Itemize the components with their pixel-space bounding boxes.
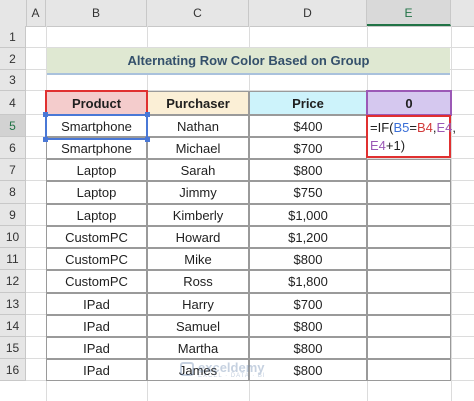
column-header-a[interactable]: A [26,0,46,26]
cell-e[interactable] [367,181,451,204]
cell-purchaser[interactable]: Michael [147,137,249,159]
column-header-c[interactable]: C [147,0,249,26]
row-header-11[interactable]: 11 [0,248,26,270]
cell-price[interactable]: $750 [249,181,367,204]
formula-part: =IF( [370,120,394,135]
formula-ref-b5: B5 [393,120,410,135]
row-header-12[interactable]: 12 [0,270,26,293]
range-handle-tr[interactable] [145,112,150,117]
header-purchaser[interactable]: Purchaser [147,91,249,115]
column-header-f[interactable] [451,0,474,26]
formula-part: = [409,120,417,135]
range-handle-bl[interactable] [43,137,48,142]
sheet-title[interactable]: Alternating Row Color Based on Group [47,48,450,75]
row-header-7[interactable]: 7 [0,159,26,181]
cell-purchaser[interactable]: Howard [147,226,249,248]
column-header-b[interactable]: B [46,0,147,26]
cell-purchaser[interactable]: Martha [147,337,249,359]
formula-ref-e4: E4 [436,120,453,135]
cell-product[interactable]: IPad [46,293,147,315]
reference-frame-b5 [45,114,148,140]
cell-purchaser[interactable]: Mike [147,248,249,270]
cell-price[interactable]: $400 [249,115,367,137]
row-header-16[interactable]: 16 [0,359,26,381]
select-all-corner[interactable] [0,0,27,26]
cell-e[interactable] [367,270,451,293]
reference-frame-b4 [45,90,148,116]
cell-purchaser[interactable]: Kimberly [147,204,249,226]
cell-price[interactable]: $700 [249,293,367,315]
row-header-13[interactable]: 13 [0,293,26,315]
cell-price[interactable]: $1,800 [249,270,367,293]
cell-product[interactable]: CustomPC [46,226,147,248]
row-header-15[interactable]: 15 [0,337,26,359]
column-header-d[interactable]: D [249,0,367,26]
cell-e[interactable] [367,248,451,270]
watermark-tagline: EXCEL · DATA · BI [198,373,266,379]
row-header-2[interactable]: 2 [0,48,26,70]
cell-e[interactable] [367,204,451,226]
formula-ref-e4: E4 [370,138,386,153]
cell-purchaser[interactable]: Jimmy [147,181,249,204]
cell-product[interactable]: Laptop [46,159,147,181]
header-price[interactable]: Price [249,91,367,115]
formula-ref-b4: B4 [416,120,433,135]
column-header-e[interactable]: E [367,0,451,26]
cell-e[interactable] [367,226,451,248]
formula-edit-cell-e5[interactable]: =IF(B5=B4,E4, E4+1) [366,115,456,158]
exceldemy-logo-icon [180,362,194,376]
cell-purchaser[interactable]: Ross [147,270,249,293]
row-header-5[interactable]: 5 [0,115,26,137]
row-header-14[interactable]: 14 [0,315,26,337]
cell-purchaser[interactable]: Nathan [147,115,249,137]
cell-product[interactable]: CustomPC [46,270,147,293]
range-handle-br[interactable] [145,137,150,142]
gridline-column [451,26,452,401]
cell-product[interactable]: Smartphone [46,137,147,159]
cell-e[interactable] [367,359,451,381]
cell-price[interactable]: $1,200 [249,226,367,248]
cell-price[interactable]: $800 [249,248,367,270]
cell-price[interactable]: $800 [249,337,367,359]
cell-price[interactable]: $1,000 [249,204,367,226]
cell-purchaser[interactable]: Samuel [147,315,249,337]
row-header-3[interactable]: 3 [0,70,26,91]
cell-price[interactable]: $800 [249,315,367,337]
cell-product[interactable]: Laptop [46,181,147,204]
cell-purchaser[interactable]: Harry [147,293,249,315]
cell-e[interactable] [367,159,451,181]
row-header-4[interactable]: 4 [0,91,26,115]
row-header-1[interactable]: 1 [0,26,26,48]
cell-price[interactable]: $800 [249,159,367,181]
cell-product[interactable]: Laptop [46,204,147,226]
cell-price[interactable]: $700 [249,137,367,159]
cell-product[interactable]: IPad [46,359,147,381]
cell-e[interactable] [367,293,451,315]
row-header-10[interactable]: 10 [0,226,26,248]
exceldemy-watermark: exceldemy EXCEL · DATA · BI [180,360,290,382]
cell-e[interactable] [367,337,451,359]
cell-purchaser[interactable]: Sarah [147,159,249,181]
reference-frame-e4 [366,90,452,116]
range-handle-tl[interactable] [43,112,48,117]
cell-product[interactable]: IPad [46,337,147,359]
cell-e[interactable] [367,315,451,337]
cell-product[interactable]: IPad [46,315,147,337]
cell-product[interactable]: CustomPC [46,248,147,270]
row-header-6[interactable]: 6 [0,137,26,159]
spreadsheet: A B C D E 1 2 3 4 5 6 7 8 9 10 11 12 13 14 15 16 Altern… [0,0,474,401]
row-header-9[interactable]: 9 [0,204,26,226]
formula-part: +1) [385,138,406,153]
row-header-8[interactable]: 8 [0,181,26,204]
formula-part: , [452,120,457,135]
